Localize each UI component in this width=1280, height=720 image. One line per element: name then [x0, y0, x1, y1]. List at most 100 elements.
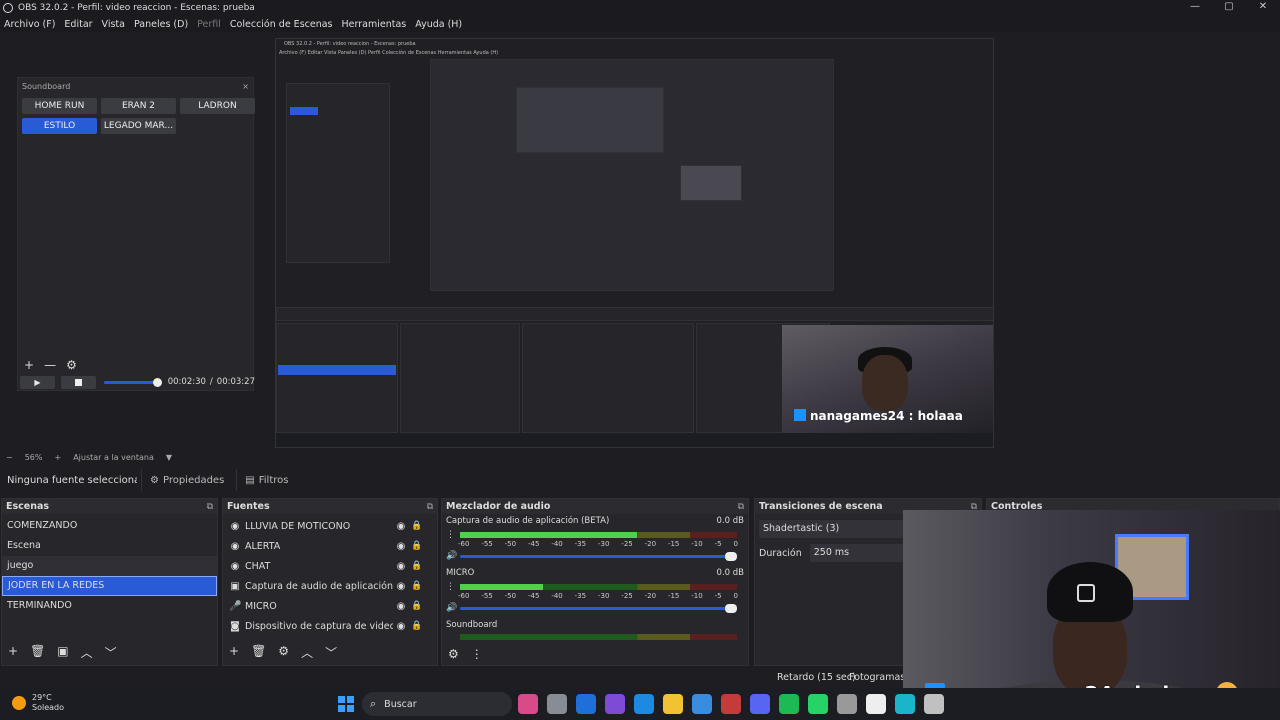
taskbar-app-icon[interactable] [576, 694, 596, 714]
eye-icon[interactable]: ◉ [393, 561, 409, 572]
taskbar-app-icon[interactable] [721, 694, 741, 714]
maximize-button[interactable]: ▢ [1212, 0, 1246, 16]
add-icon[interactable]: + [24, 358, 34, 372]
source-properties-icon[interactable]: ⚙ [278, 644, 289, 661]
volume-slider[interactable] [460, 552, 737, 561]
gear-icon[interactable]: ⚙ [66, 358, 77, 372]
undock-icon[interactable]: ⧉ [207, 502, 213, 512]
lock-icon[interactable]: 🔒 [409, 541, 425, 551]
minimize-button[interactable]: — [1178, 0, 1212, 16]
taskbar-app-icon[interactable] [866, 694, 886, 714]
taskbar-app-icon[interactable] [605, 694, 625, 714]
soundboard-title: Soundboard [22, 81, 71, 91]
close-button[interactable]: ✕ [1246, 0, 1280, 16]
taskbar-app-icon[interactable] [779, 694, 799, 714]
menu-archivo[interactable]: Archivo (F) [4, 19, 55, 30]
weather-condition: Soleado [32, 703, 64, 712]
taskbar-app-icon[interactable] [518, 694, 538, 714]
scene-item-selected[interactable]: JODER EN LA REDES [2, 576, 217, 596]
menu-herramientas[interactable]: Herramientas [342, 19, 407, 30]
filters-button[interactable]: ▤ Filtros [236, 469, 296, 491]
lock-icon[interactable]: 🔒 [409, 561, 425, 571]
soundboard-toolbar: + — ⚙ [24, 358, 77, 372]
remove-icon[interactable]: — [44, 358, 56, 372]
stop-button[interactable] [60, 375, 96, 389]
speaker-icon[interactable]: 🔊 [446, 603, 457, 613]
start-icon[interactable] [338, 696, 354, 712]
scene-item[interactable]: COMENZANDO [2, 516, 217, 536]
scene-filters-icon[interactable]: ▣ [57, 644, 68, 661]
sound-button-legado-mar[interactable]: LEGADO MAR... [101, 118, 176, 134]
eye-icon[interactable]: ◉ [393, 601, 409, 612]
menu-coleccion-escenas[interactable]: Colección de Escenas [230, 19, 333, 30]
zoom-out-button[interactable]: − [6, 453, 13, 462]
source-item[interactable]: ◉ CHAT ◉ 🔒 [223, 556, 437, 576]
undock-icon[interactable]: ⧉ [427, 502, 433, 512]
eye-icon[interactable]: ◉ [393, 521, 409, 532]
properties-button[interactable]: ⚙ Propiedades [141, 469, 232, 491]
soundboard-close-button[interactable]: × [242, 82, 249, 91]
taskbar-app-icon[interactable] [692, 694, 712, 714]
eye-icon[interactable]: ◉ [393, 581, 409, 592]
zoom-dropdown-icon[interactable]: ▼ [166, 453, 172, 462]
channel-menu-icon[interactable]: ⋮ [446, 530, 455, 540]
play-button[interactable]: ▶ [20, 375, 55, 389]
fit-window-label[interactable]: Ajustar a la ventana [73, 453, 154, 462]
eye-icon[interactable]: ◉ [393, 621, 409, 632]
lock-icon[interactable]: 🔒 [409, 581, 425, 591]
taskbar-app-icon[interactable] [547, 694, 567, 714]
context-bar: Ninguna fuente seleccionada ⚙Propiedades… [0, 466, 1280, 494]
eye-icon[interactable]: ◉ [393, 541, 409, 552]
scene-item[interactable]: Escena [2, 536, 217, 556]
source-item[interactable]: ◉ LLUVIA DE MOTICONO ◉ 🔒 [223, 516, 437, 536]
channel-menu-icon[interactable]: ⋮ [446, 582, 455, 592]
lock-icon[interactable]: 🔒 [409, 621, 425, 631]
delete-scene-icon[interactable]: 🗑 [30, 644, 45, 661]
delete-source-icon[interactable]: 🗑 [251, 644, 266, 661]
menu-vista[interactable]: Vista [102, 19, 125, 30]
sound-button-estilo[interactable]: ESTILO [22, 118, 97, 134]
mixer-settings-icon[interactable]: ⚙ [448, 647, 459, 661]
add-source-icon[interactable]: + [229, 644, 239, 661]
lock-icon[interactable]: 🔒 [409, 521, 425, 531]
taskbar-app-icon[interactable] [895, 694, 915, 714]
menu-perfil[interactable]: Perfil [197, 19, 221, 30]
volume-slider[interactable] [460, 604, 737, 613]
weather-widget[interactable]: 29°C Soleado [12, 693, 64, 713]
taskbar-app-icon[interactable] [750, 694, 770, 714]
source-item[interactable]: ◙ Dispositivo de captura de video ◉ 🔒 [223, 616, 437, 636]
camera-icon: ◙ [230, 620, 240, 632]
move-down-icon[interactable]: ﹀ [105, 644, 117, 661]
move-down-icon[interactable]: ﹀ [325, 644, 337, 661]
lock-icon[interactable]: 🔒 [409, 601, 425, 611]
move-up-icon[interactable]: ︿ [81, 644, 93, 661]
taskbar-app-icon[interactable] [924, 694, 944, 714]
menu-paneles[interactable]: Paneles (D) [134, 19, 188, 30]
zoom-in-button[interactable]: + [54, 453, 61, 462]
mixer-menu-icon[interactable]: ⋮ [471, 647, 483, 661]
menu-ayuda[interactable]: Ayuda (H) [415, 19, 462, 30]
source-item[interactable]: 🎤 MICRO ◉ 🔒 [223, 596, 437, 616]
zoom-value: 56% [24, 452, 43, 462]
playback-slider[interactable] [103, 377, 162, 387]
move-up-icon[interactable]: ︿ [301, 644, 313, 661]
scene-item[interactable]: juego [2, 556, 217, 576]
source-item[interactable]: ◉ ALERTA ◉ 🔒 [223, 536, 437, 556]
taskbar-app-icon[interactable] [634, 694, 654, 714]
sound-button-eran-2[interactable]: ERAN 2 [101, 98, 176, 114]
menu-editar[interactable]: Editar [64, 19, 92, 30]
scene-item[interactable]: TERMINANDO [2, 596, 217, 616]
meter-tick-label: -50 [504, 592, 517, 600]
taskbar-app-icon[interactable] [808, 694, 828, 714]
sound-button-ladron[interactable]: LADRON [180, 98, 255, 114]
undock-icon[interactable]: ⧉ [738, 502, 744, 512]
speaker-icon[interactable]: 🔊 [446, 551, 457, 561]
title-bar: OBS 32.0.2 - Perfil: video reaccion - Es… [0, 0, 1280, 16]
source-item[interactable]: ▣ Captura de audio de aplicación (BETA)◉🔒 [223, 576, 437, 596]
scenes-toolbar: + 🗑 ▣ ︿ ﹀ [8, 644, 117, 661]
taskbar-search[interactable]: ⌕ Buscar [362, 692, 512, 716]
taskbar-app-icon[interactable] [663, 694, 683, 714]
taskbar-app-icon[interactable] [837, 694, 857, 714]
add-scene-icon[interactable]: + [8, 644, 18, 661]
sound-button-home-run[interactable]: HOME RUN [22, 98, 97, 114]
